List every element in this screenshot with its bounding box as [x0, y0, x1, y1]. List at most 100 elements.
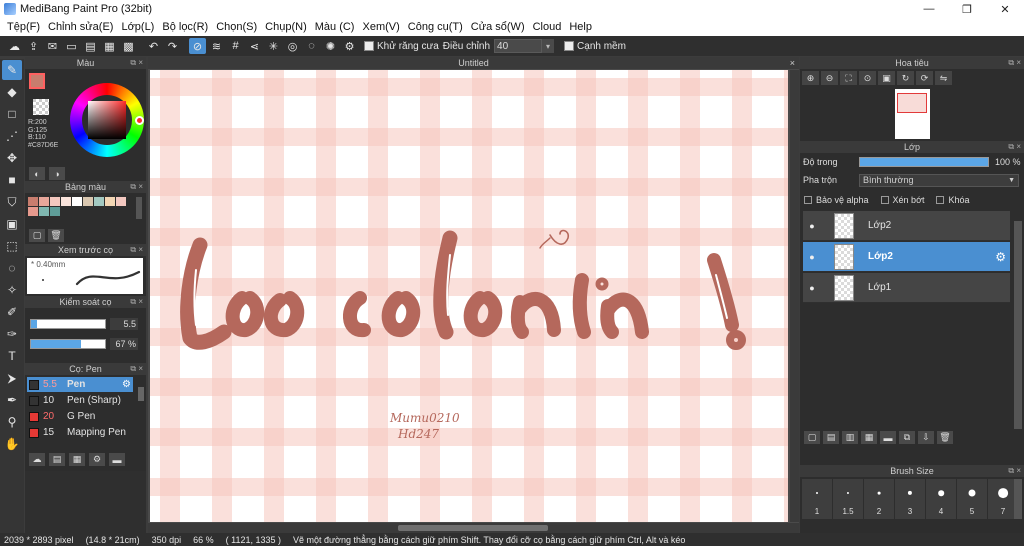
text-tool-icon[interactable]: T [2, 346, 22, 366]
layer-opacity-slider[interactable] [859, 157, 989, 167]
snap-grid-icon[interactable]: # [227, 38, 244, 54]
minimize-button[interactable]: — [910, 0, 948, 18]
brush-item-pen[interactable]: 5.5 Pen ⚙ [27, 377, 133, 392]
layer-scroll-thumb[interactable] [1014, 221, 1022, 429]
fit-icon[interactable]: ⛶ [840, 71, 857, 85]
snap-circle-icon[interactable]: ◎ [284, 38, 301, 54]
panel-menu-icon[interactable]: ⧉ × [130, 244, 143, 256]
brush-size-slider[interactable] [30, 319, 106, 329]
share-icon[interactable]: ⇪ [25, 38, 42, 54]
zoom-in-icon[interactable]: ⊕ [802, 71, 819, 85]
rotate-icon[interactable]: ↻ [897, 71, 914, 85]
brush-size-cell[interactable]: 3 [895, 479, 925, 519]
snap-radial-icon[interactable]: ✳ [265, 38, 282, 54]
flip-icon[interactable]: ⇋ [935, 71, 952, 85]
navigator-view-rect[interactable] [897, 93, 927, 113]
divide-tool-icon[interactable]: ✒ [2, 390, 22, 410]
palette-scrollbar[interactable] [136, 197, 142, 219]
merge-layer-icon[interactable]: ⇩ [918, 431, 934, 444]
palette-swatch[interactable] [72, 197, 82, 206]
menu-cloud[interactable]: Cloud [529, 21, 566, 33]
palette-swatch[interactable] [50, 197, 60, 206]
sub-color-swatch[interactable] [33, 99, 49, 115]
brush-size-cell[interactable]: 2 [864, 479, 894, 519]
snap-parallel-icon[interactable]: ≋ [208, 38, 225, 54]
palette-swatch[interactable] [83, 197, 93, 206]
new-palette-icon[interactable]: ▢ [29, 229, 45, 242]
cloud-icon[interactable]: ☁ [6, 38, 23, 54]
menu-select[interactable]: Chọn(S) [212, 21, 261, 33]
delete-palette-icon[interactable]: 🗑 [48, 229, 64, 242]
lasso-tool-icon[interactable]: ◌ [2, 258, 22, 278]
magic-wand-tool-icon[interactable]: ✧ [2, 280, 22, 300]
add-brush-icon[interactable]: ▤ [49, 453, 65, 466]
duplicate-layer-icon[interactable]: ⧉ [899, 431, 915, 444]
menu-window[interactable]: Cửa sổ(W) [467, 21, 529, 33]
canvas-scroll-thumb[interactable] [398, 525, 548, 531]
visibility-icon[interactable]: ● [805, 221, 819, 231]
panel-menu-icon[interactable]: ⧉ × [130, 296, 143, 308]
brush-size-cell[interactable]: 5 [957, 479, 987, 519]
new-layer-icon[interactable]: ▢ [804, 431, 820, 444]
layer-scrollbar[interactable] [1014, 221, 1022, 429]
lock-checkbox[interactable] [936, 196, 945, 204]
layer-blend-select[interactable]: Bình thường ▼ [859, 173, 1019, 187]
brush-size-cell[interactable]: 1 [802, 479, 832, 519]
brush-folder-icon[interactable]: ▬ [109, 453, 125, 466]
navigator-thumbnail[interactable] [895, 89, 930, 139]
layer-row-selected[interactable]: ● Lớp2 ⚙ [803, 242, 1010, 272]
add-layer-menu-icon[interactable]: ▦ [861, 431, 877, 444]
brush-size-value[interactable]: 5.5 [110, 318, 138, 330]
canvas-horizontal-scrollbar[interactable] [148, 523, 799, 533]
hand-tool-icon[interactable]: ✋ [2, 434, 22, 454]
color-sv-square[interactable] [88, 101, 126, 139]
snap-vanish-icon[interactable]: ⋖ [246, 38, 263, 54]
layer-row-bottom[interactable]: ● Lớp1 [803, 273, 1010, 303]
brush-size-cell[interactable]: 4 [926, 479, 956, 519]
clipping-checkbox[interactable] [880, 196, 889, 204]
snap-settings-gear-icon[interactable]: ⚙ [341, 38, 358, 54]
panel-menu-icon[interactable]: ⧉ × [130, 363, 143, 375]
layer-row-top[interactable]: ● Lớp2 [803, 211, 1010, 241]
zoom-actual-icon[interactable]: ⊙ [859, 71, 876, 85]
brush-settings-icon[interactable]: ⚙ [89, 453, 105, 466]
cloud-brush-icon[interactable]: ☁ [29, 453, 45, 466]
maximize-button[interactable]: ❐ [948, 0, 986, 18]
panel-menu-icon[interactable]: ⧉ × [1008, 141, 1021, 153]
palette-mode-icon[interactable]: ◐ [29, 167, 45, 180]
menu-color[interactable]: Màu (C) [311, 21, 359, 33]
lock-option[interactable]: Khóa [936, 195, 970, 205]
add-bitmap-brush-icon[interactable]: ▦ [69, 453, 85, 466]
antialias-checkbox[interactable] [364, 41, 374, 51]
brush-opacity-slider[interactable] [30, 339, 106, 349]
gradient-tool-icon[interactable]: ▣ [2, 214, 22, 234]
chat-icon[interactable]: ▭ [63, 38, 80, 54]
brush-size-scrollbar[interactable] [1014, 479, 1022, 519]
snap-off-icon[interactable]: ⊘ [189, 38, 206, 54]
menu-file[interactable]: Tệp(F) [3, 21, 44, 33]
select-tool-icon[interactable]: ⬚ [2, 236, 22, 256]
menu-help[interactable]: Help [565, 21, 596, 33]
tab-close-icon[interactable]: × [790, 57, 795, 69]
fit-window-icon[interactable]: ▣ [878, 71, 895, 85]
palette-swatch[interactable] [61, 197, 71, 206]
panel-menu-icon[interactable]: ⧉ × [1008, 57, 1021, 69]
palette-swatch[interactable] [39, 197, 49, 206]
redo-icon[interactable]: ↷ [164, 38, 181, 54]
palette-swatch[interactable] [94, 197, 104, 206]
select-pen-tool-icon[interactable]: ✐ [2, 302, 22, 322]
brush-item-pen-sharp[interactable]: 10 Pen (Sharp) [27, 393, 133, 408]
visibility-icon[interactable]: ● [805, 252, 819, 262]
menu-filter[interactable]: Bộ lọc(R) [158, 21, 212, 33]
delete-layer-icon[interactable]: 🗑 [937, 431, 953, 444]
palette-swatch[interactable] [50, 207, 60, 216]
brush-item-g-pen[interactable]: 20 G Pen [27, 409, 133, 424]
color-wheel[interactable] [70, 83, 144, 157]
snap-curve-icon[interactable]: ◌ [303, 38, 320, 54]
visibility-icon[interactable]: ● [805, 283, 819, 293]
drawing-canvas[interactable]: Mumu0210 Hd247 [150, 70, 788, 522]
layer-gear-icon[interactable]: ⚙ [995, 250, 1006, 264]
page-icon[interactable]: ▦ [101, 38, 118, 54]
new-halftone-layer-icon[interactable]: ▤ [823, 431, 839, 444]
canvas-vertical-scrollbar[interactable] [790, 70, 799, 522]
